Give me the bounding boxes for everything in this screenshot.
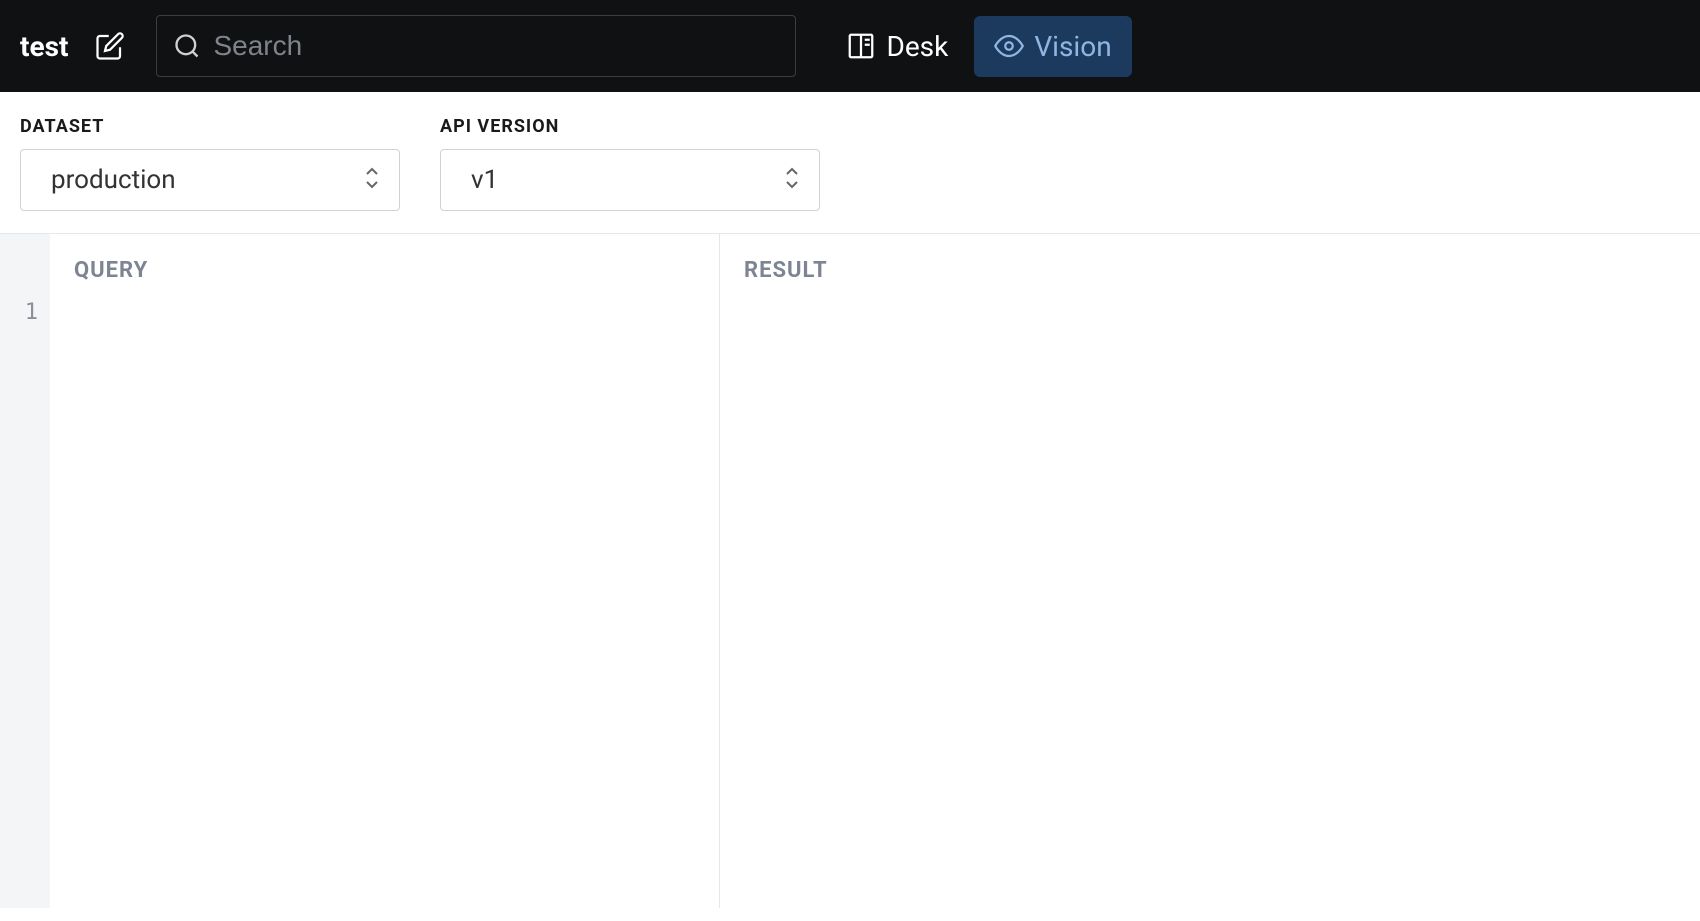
api-version-select[interactable]: v1	[440, 149, 820, 211]
search-input[interactable]	[213, 30, 779, 62]
api-version-value: v1	[471, 165, 498, 195]
app-logo[interactable]: test	[20, 30, 68, 63]
line-gutter: 1	[0, 234, 50, 908]
api-version-group: API VERSION v1	[440, 116, 820, 211]
main-panels: 1 QUERY RESULT	[0, 234, 1700, 908]
dataset-select[interactable]: production	[20, 149, 400, 211]
compose-button[interactable]	[94, 30, 126, 62]
result-panel: RESULT	[720, 234, 1700, 908]
controls-bar: DATASET production API VERSION v1	[0, 92, 1700, 234]
nav-desk-label: Desk	[886, 30, 948, 63]
nav-desk[interactable]: Desk	[826, 16, 968, 77]
dataset-group: DATASET production	[20, 116, 400, 211]
line-number: 1	[0, 300, 38, 325]
query-editor[interactable]: QUERY	[50, 234, 719, 908]
dataset-value: production	[51, 165, 176, 195]
compose-icon	[95, 31, 125, 61]
eye-icon	[994, 31, 1024, 61]
nav-vision-label: Vision	[1034, 30, 1111, 63]
nav-vision[interactable]: Vision	[974, 16, 1131, 77]
header-bar: test Desk	[0, 0, 1700, 92]
api-version-select-wrap: v1	[440, 149, 820, 211]
dataset-label: DATASET	[20, 116, 400, 137]
nav-group: Desk Vision	[826, 16, 1131, 77]
result-heading: RESULT	[744, 258, 1676, 283]
search-icon	[173, 32, 201, 60]
dataset-select-wrap: production	[20, 149, 400, 211]
search-container[interactable]	[156, 15, 796, 77]
panel-icon	[846, 31, 876, 61]
query-heading: QUERY	[74, 258, 695, 283]
query-panel: 1 QUERY	[0, 234, 720, 908]
api-version-label: API VERSION	[440, 116, 820, 137]
